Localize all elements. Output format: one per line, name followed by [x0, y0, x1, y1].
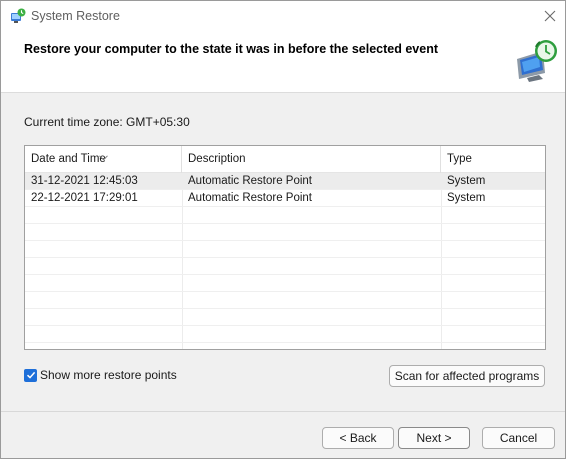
- close-button[interactable]: [535, 2, 565, 30]
- show-more-label[interactable]: Show more restore points: [40, 368, 177, 382]
- cancel-button[interactable]: Cancel: [482, 427, 555, 449]
- dialog-header: Restore your computer to the state it wa…: [1, 31, 565, 93]
- empty-row: [25, 309, 545, 326]
- show-more-restore-points-option[interactable]: Show more restore points: [24, 367, 177, 383]
- column-header-type-label: Type: [447, 153, 472, 165]
- row-description: Automatic Restore Point: [188, 192, 313, 204]
- row-type: System: [447, 175, 486, 187]
- sort-down-icon: [99, 146, 108, 161]
- back-button[interactable]: < Back: [322, 427, 394, 449]
- empty-row: [25, 207, 545, 224]
- empty-row: [25, 275, 545, 292]
- restore-points-table[interactable]: Date and Time Description Type 31-12-202…: [24, 145, 546, 350]
- footer-divider: [1, 411, 565, 412]
- monitor-clock-restore-icon: [513, 37, 561, 85]
- empty-row: [25, 292, 545, 309]
- column-header-date-label: Date and Time: [31, 153, 106, 165]
- window-title: System Restore: [31, 9, 120, 23]
- row-date: 22-12-2021 17:29:01: [31, 192, 138, 204]
- column-header-date[interactable]: Date and Time: [25, 146, 182, 173]
- system-restore-dialog: System Restore Restore your computer to …: [0, 0, 566, 459]
- column-header-description[interactable]: Description: [182, 146, 441, 173]
- empty-row: [25, 258, 545, 275]
- row-description: Automatic Restore Point: [188, 175, 313, 187]
- table-row[interactable]: 31-12-2021 12:45:03 Automatic Restore Po…: [25, 173, 545, 190]
- table-header: Date and Time Description Type: [25, 146, 545, 173]
- table-row[interactable]: 22-12-2021 17:29:01 Automatic Restore Po…: [25, 190, 545, 207]
- empty-row: [25, 224, 545, 241]
- scan-affected-programs-button[interactable]: Scan for affected programs: [389, 365, 545, 387]
- page-title: Restore your computer to the state it wa…: [24, 42, 438, 56]
- empty-row: [25, 326, 545, 343]
- show-more-checkbox[interactable]: [24, 368, 37, 382]
- column-header-type[interactable]: Type: [441, 146, 545, 173]
- row-type: System: [447, 192, 486, 204]
- empty-row: [25, 241, 545, 258]
- title-bar[interactable]: System Restore: [1, 1, 565, 31]
- close-icon: [544, 10, 556, 22]
- row-date: 31-12-2021 12:45:03: [31, 175, 138, 187]
- table-body: 31-12-2021 12:45:03 Automatic Restore Po…: [25, 173, 545, 349]
- system-restore-icon: [10, 8, 26, 24]
- column-header-description-label: Description: [188, 153, 246, 165]
- next-button[interactable]: Next >: [398, 427, 470, 449]
- timezone-label: Current time zone: GMT+05:30: [24, 115, 190, 129]
- checkmark-icon: [26, 371, 35, 379]
